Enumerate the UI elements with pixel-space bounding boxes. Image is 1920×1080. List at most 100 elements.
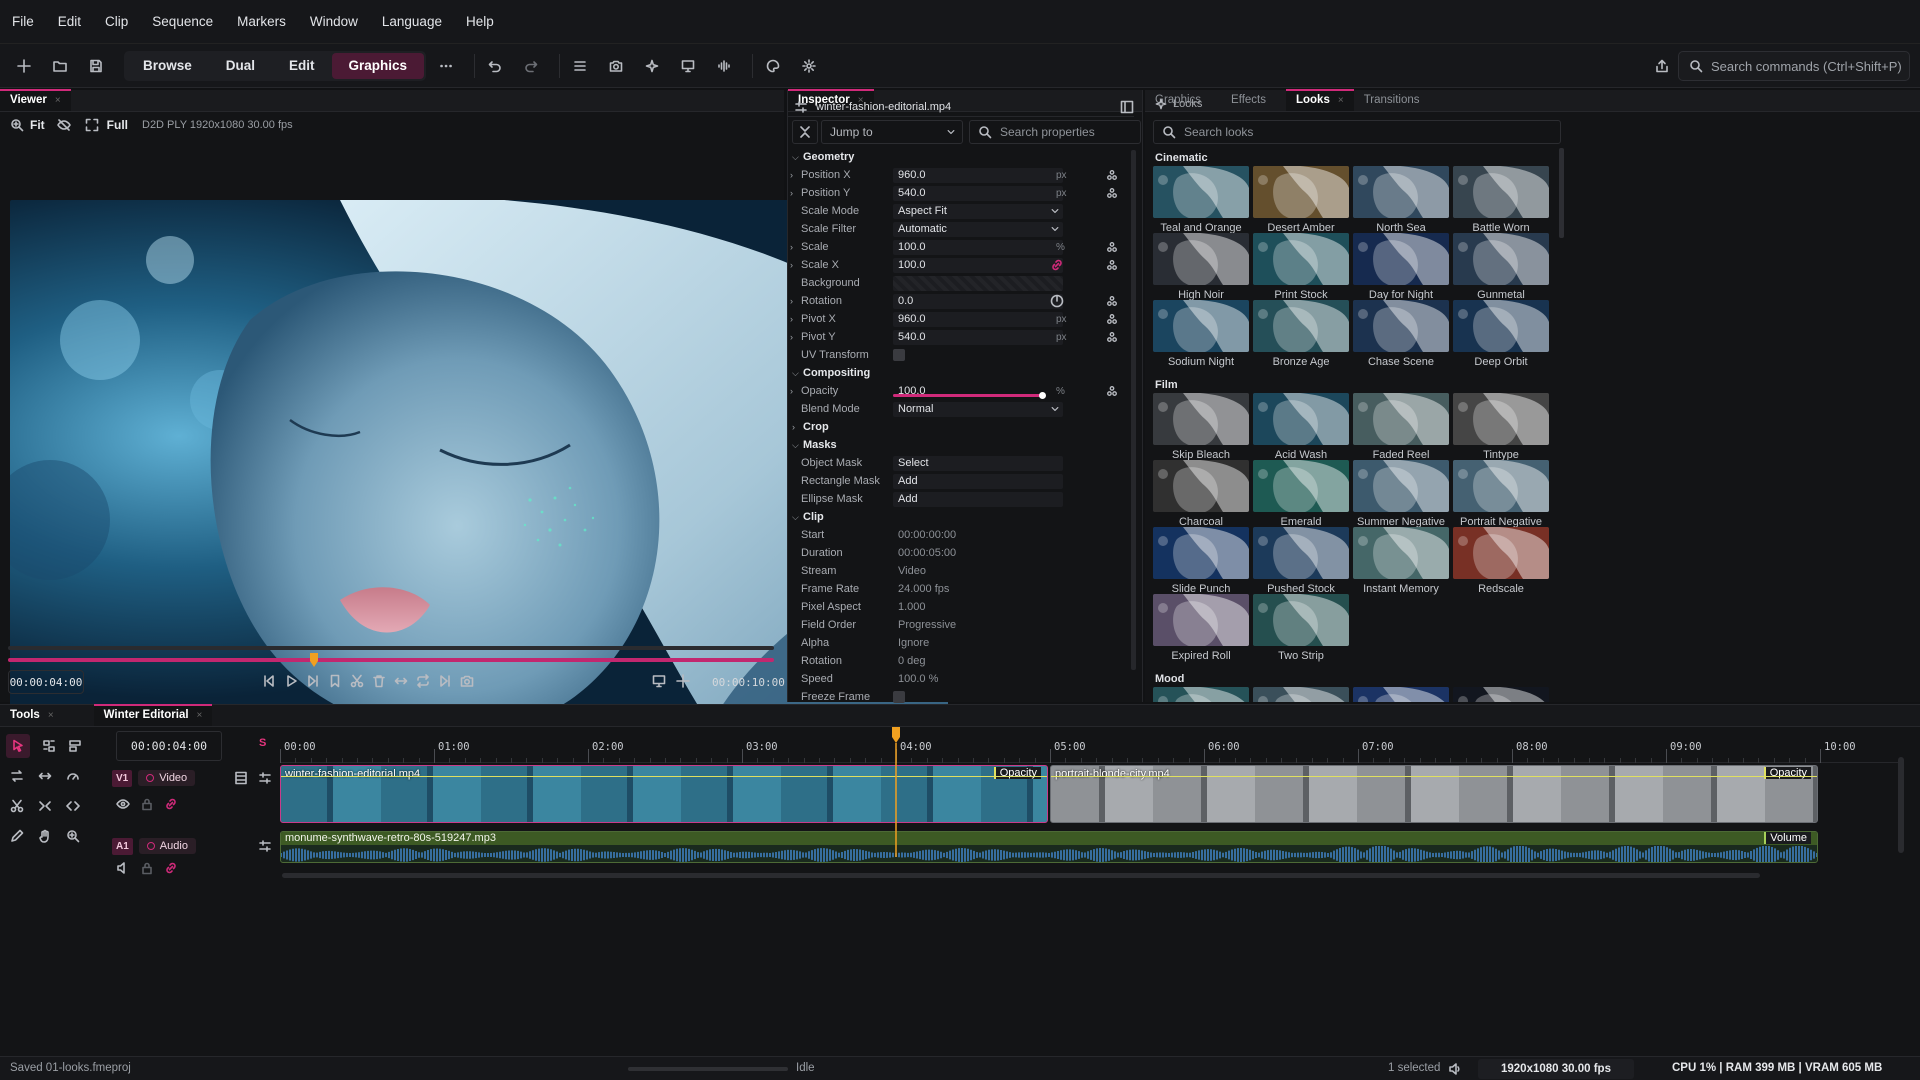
ellipse-mask-button[interactable]: Add [893, 491, 1063, 507]
chevron-right-icon[interactable]: › [790, 260, 793, 270]
viewer-scrubber[interactable] [8, 653, 774, 667]
look-tile[interactable]: Summer Negative [1353, 460, 1449, 528]
panel-toggle-icon[interactable] [1120, 100, 1134, 114]
timeline-ruler[interactable]: 00:00 01:00 02:00 03:00 04:00 05:00 06:00 07:00… [280, 727, 1900, 763]
timeline-vertical-scrollbar[interactable] [1898, 757, 1904, 853]
look-tile[interactable]: Slide Punch [1153, 527, 1249, 595]
skip-forward-icon[interactable] [306, 674, 320, 688]
visibility-off-icon[interactable] [56, 118, 71, 132]
sliders-icon[interactable] [258, 839, 272, 853]
blend-mode-select[interactable]: Normal [893, 401, 1063, 417]
scale-field[interactable]: 100.0 [893, 239, 1063, 255]
bookmark-icon[interactable] [328, 674, 342, 688]
look-tile[interactable]: High Noir [1153, 233, 1249, 301]
look-tile[interactable]: Emerald [1253, 460, 1349, 528]
keyframe-icon[interactable] [1106, 331, 1118, 343]
keyframe-icon[interactable] [1106, 313, 1118, 325]
section-clip[interactable]: ⌵ Clip [788, 508, 1134, 526]
menu-markers[interactable]: Markers [237, 14, 286, 29]
audio-button[interactable] [710, 52, 738, 80]
look-tile[interactable]: Redscale [1453, 527, 1549, 595]
section-geometry[interactable]: ⌵ Geometry [788, 148, 1134, 166]
timeline-scrollbar[interactable] [282, 873, 1760, 878]
look-tile[interactable]: Day for Night [1353, 233, 1449, 301]
speaker-icon[interactable] [116, 861, 130, 875]
group-select-icon[interactable] [68, 739, 82, 753]
hand-icon[interactable] [38, 829, 52, 843]
filmstrip-icon[interactable] [234, 771, 248, 785]
link-icon[interactable] [1050, 258, 1064, 272]
viewer-scrollbar[interactable] [8, 646, 774, 650]
save-button[interactable] [82, 52, 110, 80]
mode-edit[interactable]: Edit [272, 53, 332, 79]
select-tool-button[interactable] [6, 734, 30, 758]
look-tile[interactable]: Bronze Age [1253, 300, 1349, 368]
section-masks[interactable]: ⌵ Masks [788, 436, 1134, 454]
trash-icon[interactable] [372, 674, 386, 688]
look-tile[interactable]: Desert Amber [1253, 166, 1349, 234]
sliders-icon[interactable] [258, 771, 272, 785]
new-button[interactable] [10, 52, 38, 80]
loop-icon[interactable] [416, 674, 430, 688]
camera-icon[interactable] [460, 674, 474, 688]
open-button[interactable] [46, 52, 74, 80]
video-clip[interactable]: winter-fashion-editorial.mp4 Opacity [280, 765, 1048, 823]
slip-icon[interactable] [38, 769, 52, 783]
close-icon[interactable]: × [48, 710, 54, 721]
eye-icon[interactable] [116, 797, 130, 811]
look-tile[interactable]: Charcoal [1153, 460, 1249, 528]
format-indicator[interactable]: 1920x1080 30.00 fps [1478, 1059, 1634, 1079]
background-color-swatch[interactable] [893, 275, 1063, 291]
dial-icon[interactable] [1050, 294, 1064, 308]
keyframe-icon[interactable] [1106, 295, 1118, 307]
lock-icon[interactable] [140, 861, 154, 875]
audio-volume-badge[interactable]: Volume [1764, 832, 1811, 844]
fit-button[interactable]: Fit [30, 118, 45, 132]
clip-opacity-badge[interactable]: Opacity [1763, 767, 1811, 779]
speed-icon[interactable] [66, 769, 80, 783]
look-tile[interactable]: Sodium Night [1153, 300, 1249, 368]
rotation-field[interactable]: 0.0 [893, 293, 1063, 309]
list-button[interactable] [566, 52, 594, 80]
object-mask-button[interactable]: Select [893, 455, 1063, 471]
redo-button[interactable] [517, 52, 545, 80]
look-tile[interactable] [1153, 687, 1249, 702]
chevron-right-icon[interactable]: › [790, 386, 793, 396]
tab-sequence[interactable]: Winter Editorial × [93, 704, 213, 726]
uv-transform-checkbox[interactable] [893, 349, 905, 361]
section-compositing[interactable]: ⌵ Compositing [788, 364, 1134, 382]
close-icon[interactable]: × [197, 710, 203, 721]
roll-icon[interactable] [66, 799, 80, 813]
look-tile[interactable] [1253, 687, 1349, 702]
look-tile[interactable]: Portrait Negative [1453, 460, 1549, 528]
color-button[interactable] [759, 52, 787, 80]
zoom-icon[interactable] [10, 118, 24, 132]
opacity-slider-thumb[interactable] [1039, 392, 1046, 399]
skip-back-icon[interactable] [262, 674, 276, 688]
snapshot-button[interactable] [602, 52, 630, 80]
menu-help[interactable]: Help [466, 14, 494, 29]
scissors-icon[interactable] [10, 799, 24, 813]
more-button[interactable] [432, 52, 460, 80]
chevron-right-icon[interactable]: › [790, 170, 793, 180]
play-icon[interactable] [284, 674, 298, 688]
opacity-keyline[interactable] [281, 776, 1047, 777]
timeline-timecode[interactable]: 00:00:04:00 [116, 731, 222, 761]
scissors-icon[interactable] [350, 674, 364, 688]
keyframe-icon[interactable] [1106, 385, 1118, 397]
scale-mode-select[interactable]: Aspect Fit [893, 203, 1063, 219]
full-button[interactable]: Full [107, 118, 128, 132]
chevron-right-icon[interactable]: › [790, 296, 793, 306]
look-tile[interactable]: Deep Orbit [1453, 300, 1549, 368]
chevron-right-icon[interactable]: › [790, 332, 793, 342]
look-tile[interactable]: Expired Roll [1153, 594, 1249, 662]
look-tile[interactable]: Chase Scene [1353, 300, 1449, 368]
position-y-field[interactable]: 540.0 [893, 185, 1063, 201]
tab-tools[interactable]: Tools × [0, 704, 64, 726]
track-name-video[interactable]: Video [138, 770, 196, 786]
freeze-frame-checkbox[interactable] [893, 691, 905, 703]
chevron-right-icon[interactable]: › [790, 242, 793, 252]
link-icon[interactable] [164, 861, 178, 875]
look-tile[interactable]: Print Stock [1253, 233, 1349, 301]
video-clip[interactable]: portrait-blonde-city.mp4 Opacity [1050, 765, 1818, 823]
